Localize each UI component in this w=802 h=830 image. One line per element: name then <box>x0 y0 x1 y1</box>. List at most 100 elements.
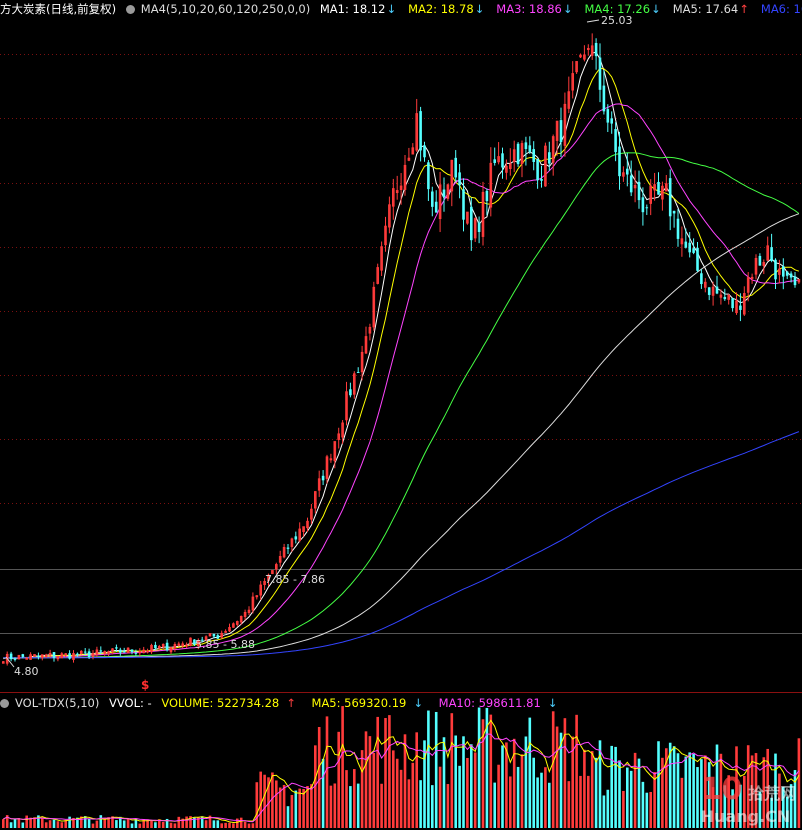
volume-bar-up <box>587 775 590 828</box>
settings-icon-vol[interactable] <box>0 699 9 708</box>
candle-down <box>76 653 79 656</box>
volume-bar-down <box>645 792 649 828</box>
candle-down <box>594 42 598 57</box>
volume-bar-up <box>337 731 340 828</box>
candle-down <box>739 305 742 310</box>
candle-down <box>626 168 629 175</box>
candle-down <box>154 644 157 649</box>
volume-bar-down <box>68 816 71 828</box>
range-label-2: 5.85 - 5.88 <box>195 638 255 651</box>
volume-bar-up <box>395 758 399 828</box>
candle-down <box>431 191 434 207</box>
candle-down <box>212 633 216 637</box>
volume-bar-down <box>641 781 645 828</box>
vol-ma10-label: MA10: 598611.81 ↓ <box>438 696 558 710</box>
ma-param[interactable]: MA4(5,10,20,60,120,250,0,0) <box>141 2 310 16</box>
volume-bar-down <box>13 819 17 828</box>
candle-down <box>423 145 426 158</box>
volume-bar-up <box>325 716 329 828</box>
volume-bar-down <box>626 767 629 828</box>
candle-up <box>587 47 590 50</box>
ma120-line <box>3 213 800 659</box>
volume-bar-down <box>21 822 25 828</box>
volume-bar-up <box>44 822 48 828</box>
volume-bar-down <box>115 820 118 828</box>
volume-bar-up <box>364 731 368 828</box>
candle-down <box>758 255 762 266</box>
volume-bar-down <box>602 795 606 828</box>
candle-down <box>707 287 711 295</box>
vol-ma5-label: MA5: 569320.19 ↓ <box>311 696 423 710</box>
candle-down <box>470 206 473 241</box>
volume-bar-up <box>353 769 356 828</box>
candle-up <box>224 630 227 633</box>
vol-name[interactable]: VOL-TDX(5,10) <box>15 696 99 710</box>
candle-down <box>130 649 134 652</box>
candle-down <box>657 181 660 195</box>
settings-icon[interactable] <box>125 5 135 14</box>
volume-bar-down <box>286 806 290 828</box>
volume-bar-up <box>177 816 181 828</box>
volume-bar-down <box>356 783 360 828</box>
ma250-line <box>3 431 800 659</box>
candle-down <box>618 146 621 177</box>
volume-bar-up <box>185 816 188 828</box>
volume-bar-down <box>419 780 422 828</box>
candle-down <box>723 296 727 300</box>
candle-down <box>606 109 610 123</box>
high-pointer <box>586 19 600 23</box>
candle-down <box>52 652 56 658</box>
volume-bar-up <box>551 711 555 828</box>
range-label-1: 7.85 - 7.86 <box>265 573 325 586</box>
volume-bar-up <box>473 752 477 828</box>
volume-bar-up <box>520 754 524 828</box>
candle-down <box>454 157 457 178</box>
watermark: 10 拾荒网 Huang.CN <box>700 772 796 826</box>
volume-bar-down <box>657 741 660 828</box>
volume-bar-down <box>501 745 504 828</box>
ma-legend: MA1: 18.12↓ MA2: 18.78↓ MA3: 18.86↓ MA4: 17… <box>320 2 802 16</box>
volume-bar-up <box>407 779 411 828</box>
volume-bar-down <box>692 753 695 828</box>
volume-bar-down <box>212 820 216 828</box>
candle-down <box>321 475 325 481</box>
vvol-label: VVOL: - <box>109 696 152 710</box>
candle-up <box>146 650 149 653</box>
candle-down <box>528 145 532 152</box>
volume-bar-up <box>2 819 5 828</box>
volume-bar-up <box>384 718 387 828</box>
candle-down <box>122 651 126 653</box>
candle-down <box>715 286 719 294</box>
candle-down <box>419 111 422 151</box>
volume-bar-down <box>524 736 528 828</box>
stock-title: 方大炭素(日线,前复权) <box>0 2 117 16</box>
candle-down <box>645 207 649 209</box>
ma-legend-item: MA1: 18.12↓ <box>319 2 397 16</box>
volume-header: VOL-TDX(5,10) VVOL: - VOLUME: 522734.28 ↑… <box>0 694 802 712</box>
volume-bar-down <box>321 758 325 828</box>
volume-bar-up <box>388 715 391 828</box>
volume-bar-up <box>126 818 130 828</box>
volume-bar-up <box>633 752 637 828</box>
volume-label: VOLUME: 522734.28 ↑ <box>161 696 296 710</box>
volume-bar-up <box>17 818 21 828</box>
candle-down <box>134 652 138 654</box>
volume-bar-up <box>243 821 247 828</box>
candle-down <box>731 298 734 309</box>
candle-down <box>610 118 613 124</box>
volume-bar-down <box>216 820 220 828</box>
volume-bar-down <box>154 822 157 828</box>
volume-bar-up <box>169 822 173 828</box>
volume-bar-up <box>161 821 165 828</box>
volume-bar-up <box>372 752 376 828</box>
volume-bar-up <box>48 820 52 828</box>
candle-down <box>442 189 446 198</box>
candle-down <box>700 273 703 285</box>
candle-up <box>255 595 259 598</box>
candle-down <box>21 654 25 657</box>
candle-down <box>559 120 563 143</box>
candle-down <box>356 371 360 373</box>
volume-bar-down <box>130 823 134 828</box>
volume-bar-up <box>583 749 586 828</box>
volume-bar-up <box>466 757 469 828</box>
